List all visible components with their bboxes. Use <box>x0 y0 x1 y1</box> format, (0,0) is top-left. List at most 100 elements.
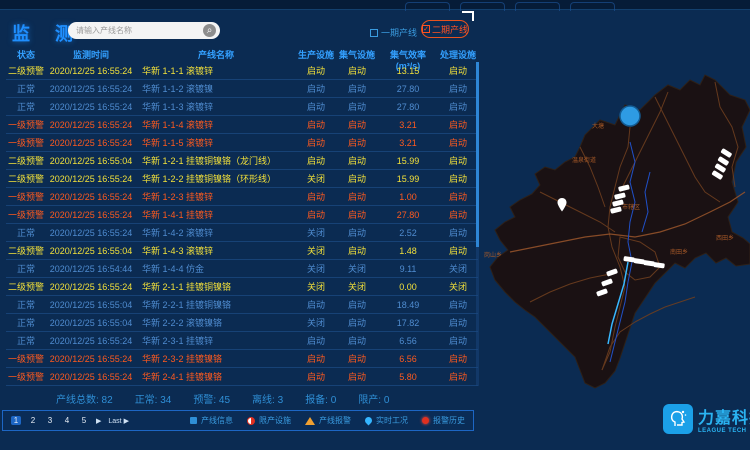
cell-eff: 3.21 <box>378 120 438 130</box>
cell-status: 二级预警 <box>6 154 46 167</box>
top-tab[interactable] <box>460 2 505 11</box>
cell-eff: 13.15 <box>378 66 438 76</box>
cell-time: 2020/12/25 16:54:44 <box>46 264 136 274</box>
search-box[interactable]: 请输入产线名称 ⌕ <box>68 22 220 39</box>
logo-name-en: LEAGUE TECH <box>698 428 750 434</box>
phase1-checkbox[interactable]: 一期产线 <box>370 26 417 39</box>
table-row[interactable]: 正常2020/12/25 16:55:24华新 2-3-1 挂镀锌启动启动6.5… <box>6 332 478 350</box>
cell-time: 2020/12/25 16:55:24 <box>46 174 136 184</box>
cell-time: 2020/12/25 16:55:24 <box>46 84 136 94</box>
table-row[interactable]: 正常2020/12/25 16:55:24华新 1-1-2 滚镀镍启动启动27.… <box>6 80 478 98</box>
page-button[interactable]: 4 <box>62 416 72 425</box>
scrollbar-thumb[interactable] <box>476 62 479 247</box>
cell-gas: 启动 <box>336 244 378 257</box>
cell-treat: 启动 <box>438 190 478 203</box>
last-page-button[interactable]: Last ▶ <box>108 417 129 425</box>
cell-status: 正常 <box>6 316 46 329</box>
page-button[interactable]: 5 <box>79 416 89 425</box>
cell-time: 2020/12/25 16:55:24 <box>46 228 136 238</box>
table-row[interactable]: 正常2020/12/25 16:55:04华新 2-2-2 滚镀镍铬关闭启动17… <box>6 314 478 332</box>
legend-item-triangle[interactable]: 产线报警 <box>305 415 351 426</box>
top-tab[interactable] <box>570 2 615 11</box>
cell-treat: 启动 <box>438 298 478 311</box>
legend-label: 实时工况 <box>376 415 408 426</box>
cell-eff: 17.82 <box>378 318 438 328</box>
summary-item: 报备: 0 <box>305 391 336 406</box>
table-row[interactable]: 一级预警2020/12/25 16:55:24华新 2-4-1 挂镀镍铬启动启动… <box>6 368 478 386</box>
cell-status: 一级预警 <box>6 118 46 131</box>
cell-name: 华新 1-1-4 滚镀锌 <box>136 118 296 131</box>
cell-gas: 启动 <box>336 226 378 239</box>
table-row[interactable]: 一级预警2020/12/25 16:55:24华新 1-2-3 挂镀锌启动启动1… <box>6 188 478 206</box>
top-tab[interactable] <box>515 2 560 11</box>
search-input[interactable]: 请输入产线名称 <box>76 25 203 36</box>
district-map[interactable]: 大塘温泉街道市辖区西田乡南田乡岗山乡 <box>480 52 750 400</box>
cell-gas: 关闭 <box>336 262 378 275</box>
legend-item-pin[interactable]: 实时工况 <box>365 415 408 426</box>
cell-gas: 启动 <box>336 136 378 149</box>
table-row[interactable]: 二级预警2020/12/25 16:55:04华新 1-4-3 滚镀锌关闭启动1… <box>6 242 478 260</box>
cell-time: 2020/12/25 16:55:04 <box>46 318 136 328</box>
table-scrollbar[interactable] <box>476 62 479 386</box>
cell-gas: 启动 <box>336 82 378 95</box>
column-header: 处理设施 <box>438 48 478 62</box>
cell-eff: 15.99 <box>378 174 438 184</box>
top-tab[interactable] <box>405 2 450 11</box>
cell-gas: 启动 <box>336 172 378 185</box>
table-row[interactable]: 正常2020/12/25 16:55:24华新 1-4-2 滚镀锌关闭启动2.5… <box>6 224 478 242</box>
table-row[interactable]: 一级预警2020/12/25 16:55:24华新 1-1-4 滚镀锌启动启动3… <box>6 116 478 134</box>
circle-red-icon <box>247 417 255 425</box>
page-button[interactable]: 3 <box>45 416 55 425</box>
table-row[interactable]: 正常2020/12/25 16:55:24华新 1-1-3 滚镀锌启动启动27.… <box>6 98 478 116</box>
page-button[interactable]: 2 <box>28 416 38 425</box>
cell-eff: 27.80 <box>378 84 438 94</box>
search-icon[interactable]: ⌕ <box>203 24 216 37</box>
cell-name: 华新 1-1-3 滚镀锌 <box>136 100 296 113</box>
cell-name: 华新 1-1-2 滚镀镍 <box>136 82 296 95</box>
table-row[interactable]: 正常2020/12/25 16:55:04华新 2-2-1 挂镀铜镍铬启动启动1… <box>6 296 478 314</box>
alert-circle-marker[interactable] <box>620 106 640 126</box>
phase1-label: 一期产线 <box>381 26 417 39</box>
table-row[interactable]: 二级预警2020/12/25 16:55:24华新 2-1-1 挂镀铜镍铬关闭关… <box>6 278 478 296</box>
table-row[interactable]: 一级预警2020/12/25 16:55:24华新 1-4-1 挂镀锌启动启动2… <box>6 206 478 224</box>
bottom-bar: 12345 ▶ Last ▶ 产线信息 限产设施 产线报警 实时工况 报警历史 <box>2 410 474 431</box>
cell-prod: 关闭 <box>296 262 336 275</box>
logo-head-icon <box>663 404 693 434</box>
cell-name: 华新 1-1-5 滚镀锌 <box>136 136 296 149</box>
legend-label: 报警历史 <box>433 415 465 426</box>
cell-treat: 启动 <box>438 172 478 185</box>
corner-bracket <box>462 11 474 21</box>
cell-eff: 1.00 <box>378 192 438 202</box>
cell-gas: 启动 <box>336 334 378 347</box>
place-label: 岗山乡 <box>484 251 502 259</box>
table-row[interactable]: 正常2020/12/25 16:54:44华新 1-4-4 仿金关闭关闭9.11… <box>6 260 478 278</box>
table-row[interactable]: 二级预警2020/12/25 16:55:24华新 1-1-1 滚镀锌启动启动1… <box>6 62 478 80</box>
legend-item-square[interactable]: 产线信息 <box>190 415 233 426</box>
next-page-button[interactable]: ▶ <box>96 417 101 425</box>
legend-item-circle-red[interactable]: 限产设施 <box>247 415 291 426</box>
checkbox-icon[interactable] <box>370 29 378 37</box>
cell-eff: 27.80 <box>378 210 438 220</box>
cell-treat: 启动 <box>438 316 478 329</box>
cell-time: 2020/12/25 16:55:24 <box>46 354 136 364</box>
top-strip <box>0 0 750 10</box>
legend-item-dot-red[interactable]: 报警历史 <box>422 415 465 426</box>
legend-label: 产线信息 <box>201 415 233 426</box>
cell-name: 华新 2-4-1 挂镀镍铬 <box>136 370 296 383</box>
cell-eff: 1.48 <box>378 246 438 256</box>
legend-label: 限产设施 <box>259 415 291 426</box>
phase2-button[interactable]: ✓ 二期产线 <box>421 20 469 38</box>
cell-treat: 启动 <box>438 118 478 131</box>
table-row[interactable]: 一级预警2020/12/25 16:55:24华新 2-3-2 挂镀镍铬启动启动… <box>6 350 478 368</box>
cell-time: 2020/12/25 16:55:24 <box>46 192 136 202</box>
cell-status: 二级预警 <box>6 172 46 185</box>
table-row[interactable]: 一级预警2020/12/25 16:55:24华新 1-1-5 滚镀锌启动启动3… <box>6 134 478 152</box>
cell-eff: 15.99 <box>378 156 438 166</box>
table-row[interactable]: 二级预警2020/12/25 16:55:24华新 1-2-2 挂镀铜镍铬（环形… <box>6 170 478 188</box>
top-tabs <box>405 2 615 11</box>
cell-treat: 启动 <box>438 82 478 95</box>
cell-status: 一级预警 <box>6 208 46 221</box>
logo-text: 力嘉科技 LEAGUE TECH <box>698 404 750 434</box>
page-button[interactable]: 1 <box>11 416 21 425</box>
table-row[interactable]: 二级预警2020/12/25 16:55:04华新 1-2-1 挂镀铜镍铬（龙门… <box>6 152 478 170</box>
